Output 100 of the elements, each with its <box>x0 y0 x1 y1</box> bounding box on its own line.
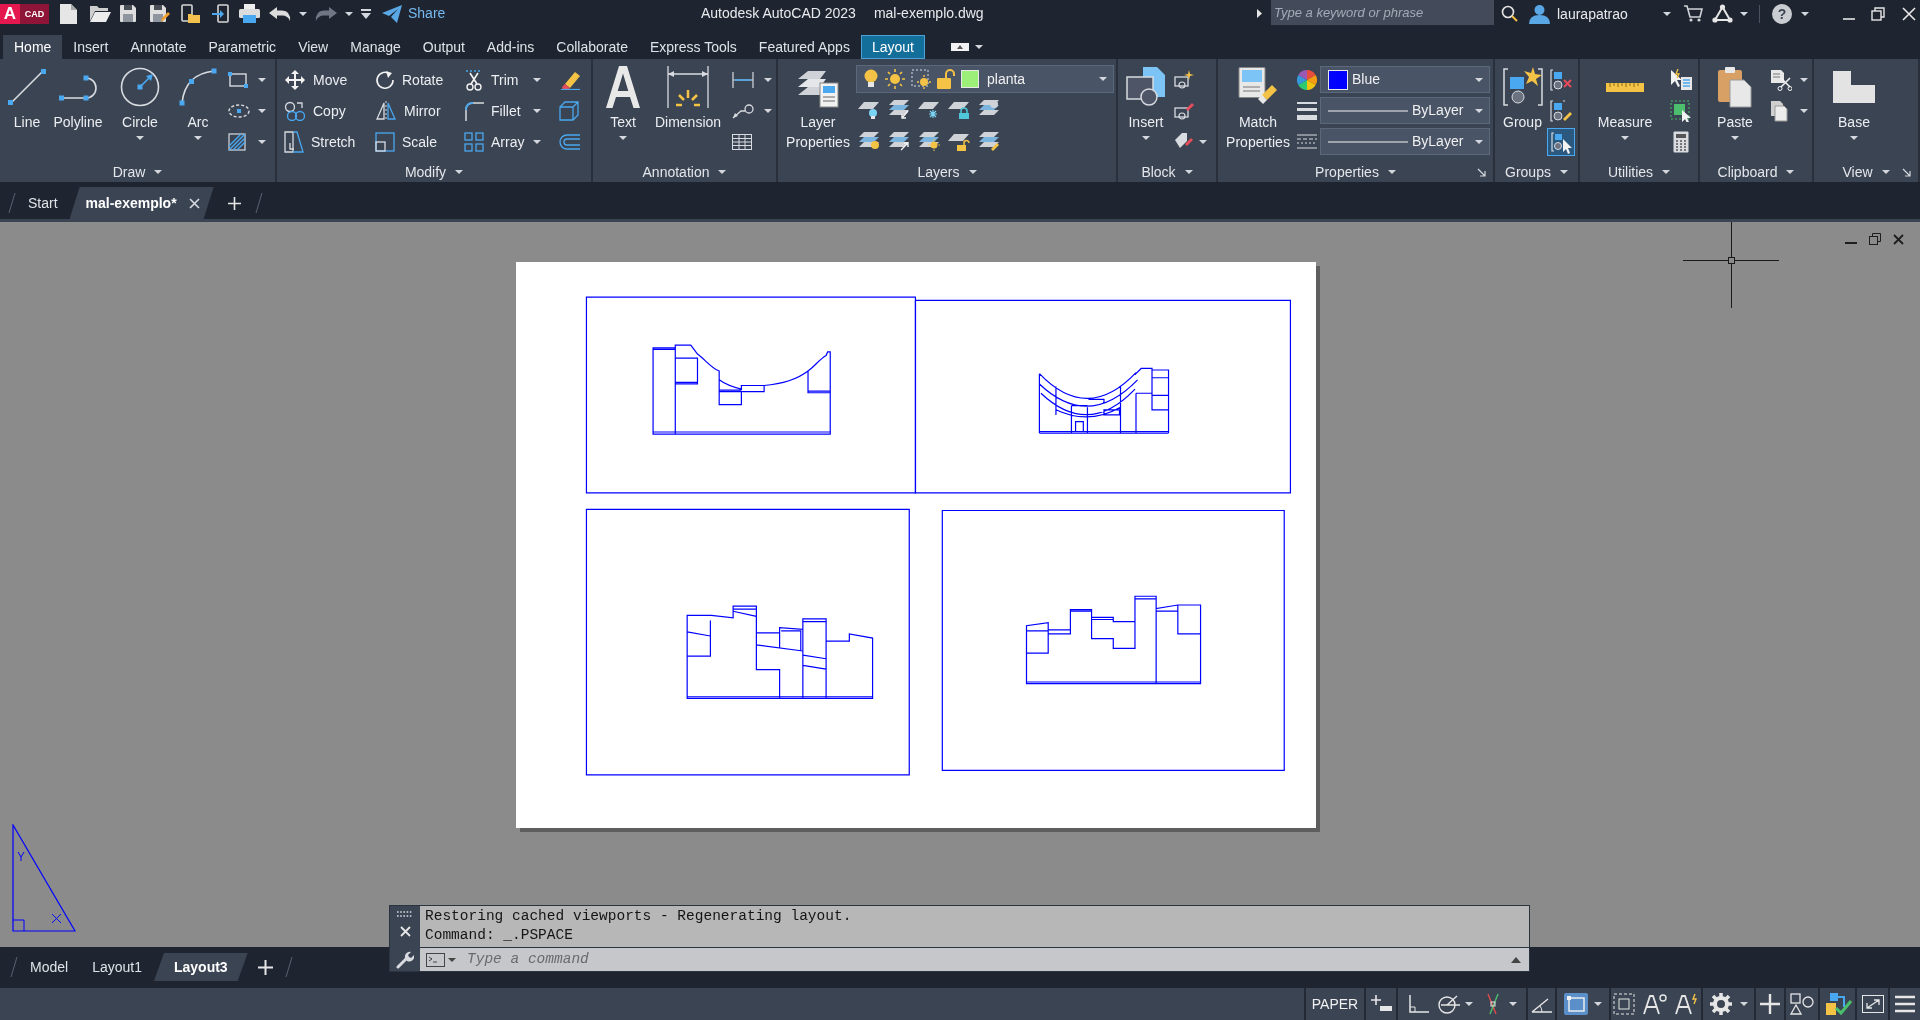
layer-stack-bulb-icon[interactable] <box>858 131 880 151</box>
leader-icon[interactable] <box>732 103 754 119</box>
caret-icon[interactable] <box>1801 11 1809 16</box>
ribbon-tab[interactable]: Output <box>411 35 476 59</box>
shapes-icon[interactable] <box>1790 993 1814 1015</box>
caret-icon[interactable] <box>194 136 202 140</box>
layer-stack-brush-icon[interactable] <box>978 131 1000 151</box>
panel-title-button[interactable]: Modify <box>404 162 464 182</box>
caret-icon[interactable] <box>258 109 266 113</box>
tablet-folder-icon[interactable] <box>181 4 200 23</box>
panel-title-button[interactable]: Clipboard <box>1717 162 1795 182</box>
dialog-launcher-icon[interactable] <box>1902 167 1911 177</box>
caret-icon[interactable] <box>1559 170 1568 174</box>
caret-icon[interactable] <box>718 170 727 174</box>
new-file-icon[interactable] <box>60 3 77 24</box>
caret-icon[interactable] <box>764 78 772 82</box>
caret-icon[interactable] <box>619 136 627 140</box>
panel-title-button[interactable]: Utilities <box>1607 162 1671 182</box>
ribbon-tab[interactable]: Collaborate <box>545 35 639 59</box>
cursor-square-icon[interactable] <box>1670 100 1692 122</box>
sheet-tab[interactable]: Layout1 <box>80 953 154 981</box>
paper-space-button[interactable]: PAPER <box>1311 993 1359 1015</box>
caret-icon[interactable] <box>1594 1002 1602 1006</box>
block-star-icon[interactable] <box>1174 70 1194 90</box>
caret-icon[interactable] <box>258 78 266 82</box>
layer-properties-button[interactable]: Layer Properties <box>782 59 854 152</box>
offset-icon[interactable] <box>559 134 581 150</box>
ribbon-tab[interactable]: Manage <box>339 35 412 59</box>
cube-icon[interactable] <box>559 101 579 121</box>
search-icon[interactable] <box>1501 5 1518 22</box>
linetype-dropdown[interactable]: ByLayer <box>1320 128 1490 155</box>
panel-title-button[interactable]: Groups <box>1505 162 1568 182</box>
user-name[interactable]: laurapatrao <box>1557 3 1628 25</box>
drawing-canvas[interactable] <box>0 222 1920 947</box>
color-wheel-icon[interactable] <box>1297 70 1317 90</box>
expand-arrow-icon[interactable] <box>1257 9 1262 18</box>
caret-icon[interactable] <box>1475 77 1483 82</box>
group-button[interactable]: Group <box>1499 59 1546 132</box>
caret-icon[interactable] <box>345 11 353 16</box>
cursor-list-icon[interactable] <box>1670 69 1692 91</box>
lineweight-icon[interactable] <box>1297 102 1317 120</box>
settings-icon[interactable] <box>1709 993 1732 1015</box>
block-pencil-icon[interactable] <box>1174 101 1194 121</box>
ribbon-toggle-icon[interactable] <box>950 42 983 52</box>
caret-icon[interactable] <box>1800 78 1808 82</box>
terminal-icon[interactable] <box>426 952 445 967</box>
caret-icon[interactable] <box>1663 11 1671 16</box>
plus-icon[interactable] <box>1760 994 1780 1014</box>
help-button[interactable]: ? <box>1772 3 1792 24</box>
caret-icon[interactable] <box>1509 1002 1517 1006</box>
circle-ray-icon[interactable] <box>1437 993 1461 1015</box>
ribbon-tab[interactable]: View <box>287 35 340 59</box>
layer-dropdown[interactable]: planta <box>856 65 1114 93</box>
ellipse-icon[interactable] <box>228 104 250 118</box>
restore-icon[interactable] <box>1871 6 1885 21</box>
caret-icon[interactable] <box>1387 170 1396 174</box>
restore-icon[interactable] <box>1869 233 1881 245</box>
ribbon-tab[interactable]: Layout <box>860 35 925 59</box>
grip-handle-icon[interactable] <box>396 911 414 917</box>
caret-icon[interactable] <box>1881 170 1890 174</box>
cart-icon[interactable] <box>1684 5 1703 22</box>
caret-icon[interactable] <box>1099 77 1107 81</box>
panel-title-button[interactable]: Draw <box>112 162 163 182</box>
caret-icon[interactable] <box>1850 136 1858 140</box>
file-tab[interactable]: mal-exemplo* <box>69 187 214 219</box>
save-icon[interactable] <box>120 5 136 22</box>
open-folder-icon[interactable] <box>90 5 111 22</box>
menu-icon[interactable] <box>1895 995 1915 1013</box>
ribbon-tab[interactable]: Home <box>3 35 63 59</box>
ribbon-tab[interactable]: Parametric <box>197 35 288 59</box>
pages-icon[interactable] <box>1770 100 1788 122</box>
squares-check-icon[interactable] <box>1823 991 1852 1017</box>
layer-bulb-icon[interactable] <box>858 99 880 119</box>
stretch-button[interactable]: Stretch <box>284 129 356 155</box>
ribbon-tab[interactable]: Express Tools <box>638 35 748 59</box>
user-icon[interactable] <box>1529 3 1550 24</box>
insert-button[interactable]: Insert <box>1122 59 1170 140</box>
plus-icon[interactable] <box>257 959 273 975</box>
plus-icon[interactable] <box>227 196 241 210</box>
array-button[interactable]: Array <box>464 129 525 155</box>
print-icon[interactable] <box>239 4 260 23</box>
ribbon-tab[interactable]: Featured Apps <box>747 35 861 59</box>
table-icon[interactable] <box>732 134 752 150</box>
caret-icon[interactable] <box>1475 139 1483 144</box>
linetype-icon[interactable] <box>1297 134 1317 150</box>
dimension-button[interactable]: Dimension <box>650 59 726 132</box>
caret-icon[interactable] <box>1465 1002 1473 1006</box>
group-cursor-icon[interactable] <box>1548 129 1574 155</box>
letter-a-circle-icon[interactable] <box>1643 993 1667 1015</box>
text-button[interactable]: Text <box>600 59 646 140</box>
caret-icon[interactable] <box>533 78 541 82</box>
layer-stack-sun-icon[interactable] <box>918 131 940 151</box>
caret-icon[interactable] <box>1786 170 1795 174</box>
calculator-icon[interactable] <box>1673 131 1689 153</box>
share-button[interactable]: Share <box>382 3 446 24</box>
file-tab[interactable]: Start <box>16 187 70 219</box>
caret-icon[interactable] <box>1621 136 1629 140</box>
move-button[interactable]: Move <box>284 67 348 93</box>
panel-title-button[interactable]: Properties <box>1315 162 1396 182</box>
caret-icon[interactable] <box>154 170 163 174</box>
